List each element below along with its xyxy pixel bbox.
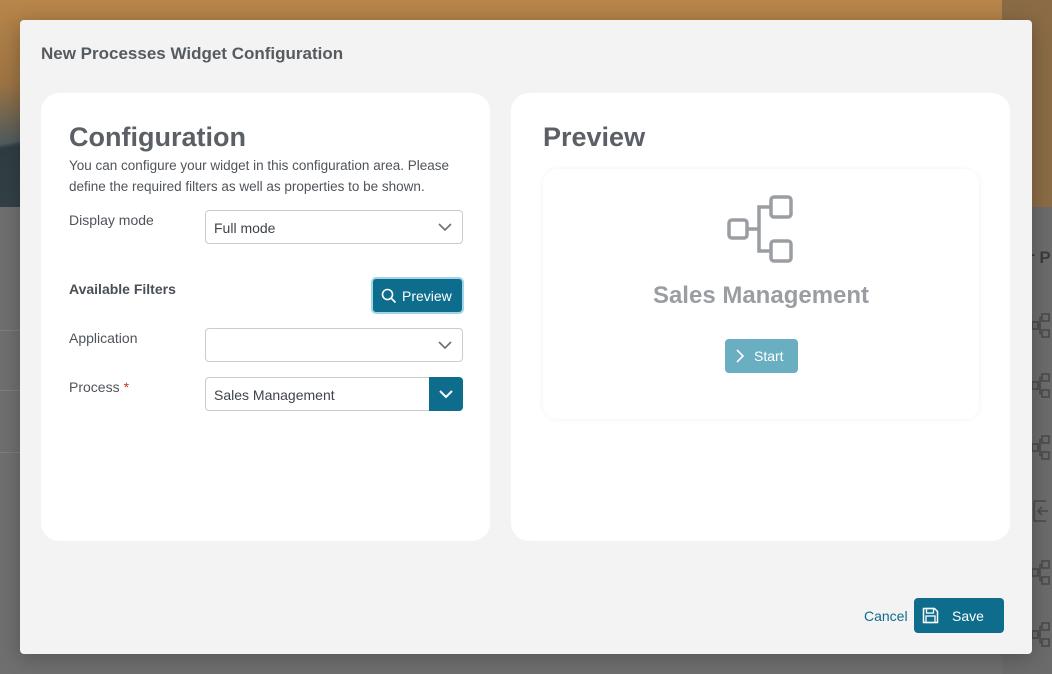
application-select[interactable] <box>205 328 463 362</box>
process-dropdown-button[interactable] <box>429 377 463 411</box>
process-label: Process * <box>69 379 129 395</box>
application-label: Application <box>69 330 138 346</box>
start-button[interactable]: Start <box>725 339 798 373</box>
background-import-icon <box>1033 500 1048 522</box>
background-divider <box>0 390 20 391</box>
display-mode-value: Full mode <box>214 220 276 236</box>
required-marker: * <box>123 379 130 395</box>
configuration-heading: Configuration <box>69 122 246 152</box>
process-label-text: Process <box>69 379 120 395</box>
preview-heading: Preview <box>543 122 646 152</box>
process-select[interactable]: Sales Management <box>205 377 463 411</box>
process-widget-preview: Sales Management Start <box>543 169 979 419</box>
background-divider <box>0 452 20 453</box>
background-process-icon <box>1032 313 1050 338</box>
background-process-icon <box>1032 435 1050 460</box>
preview-panel: Preview Sales Management Start <box>511 93 1010 541</box>
background-process-icon <box>1032 373 1050 398</box>
process-flow-icon <box>727 195 793 263</box>
chevron-down-icon <box>438 223 452 232</box>
process-value: Sales Management <box>214 387 335 403</box>
background-divider <box>0 330 20 331</box>
save-button[interactable]: Save <box>914 598 1004 633</box>
chevron-down-icon <box>438 341 452 350</box>
save-button-label: Save <box>952 608 984 624</box>
display-mode-select[interactable]: Full mode <box>205 210 463 244</box>
widget-config-modal: New Processes Widget Configuration Confi… <box>20 20 1032 654</box>
background-process-icon <box>1032 560 1050 585</box>
display-mode-label: Display mode <box>69 212 154 228</box>
start-button-label: Start <box>754 348 784 364</box>
configuration-description: You can configure your widget in this co… <box>69 158 449 194</box>
configuration-panel: Configuration You can configure your wid… <box>41 93 490 541</box>
chevron-right-icon <box>736 349 745 363</box>
search-icon <box>381 288 397 304</box>
preview-process-name: Sales Management <box>652 282 870 309</box>
modal-title: New Processes Widget Configuration <box>41 44 344 63</box>
available-filters-heading: Available Filters <box>69 281 176 297</box>
cancel-button[interactable]: Cancel <box>864 608 908 624</box>
background-process-icon <box>1032 622 1050 647</box>
preview-button[interactable]: Preview <box>371 277 464 314</box>
floppy-disk-icon <box>922 607 939 624</box>
chevron-down-icon <box>439 390 453 399</box>
preview-button-label: Preview <box>402 288 452 304</box>
